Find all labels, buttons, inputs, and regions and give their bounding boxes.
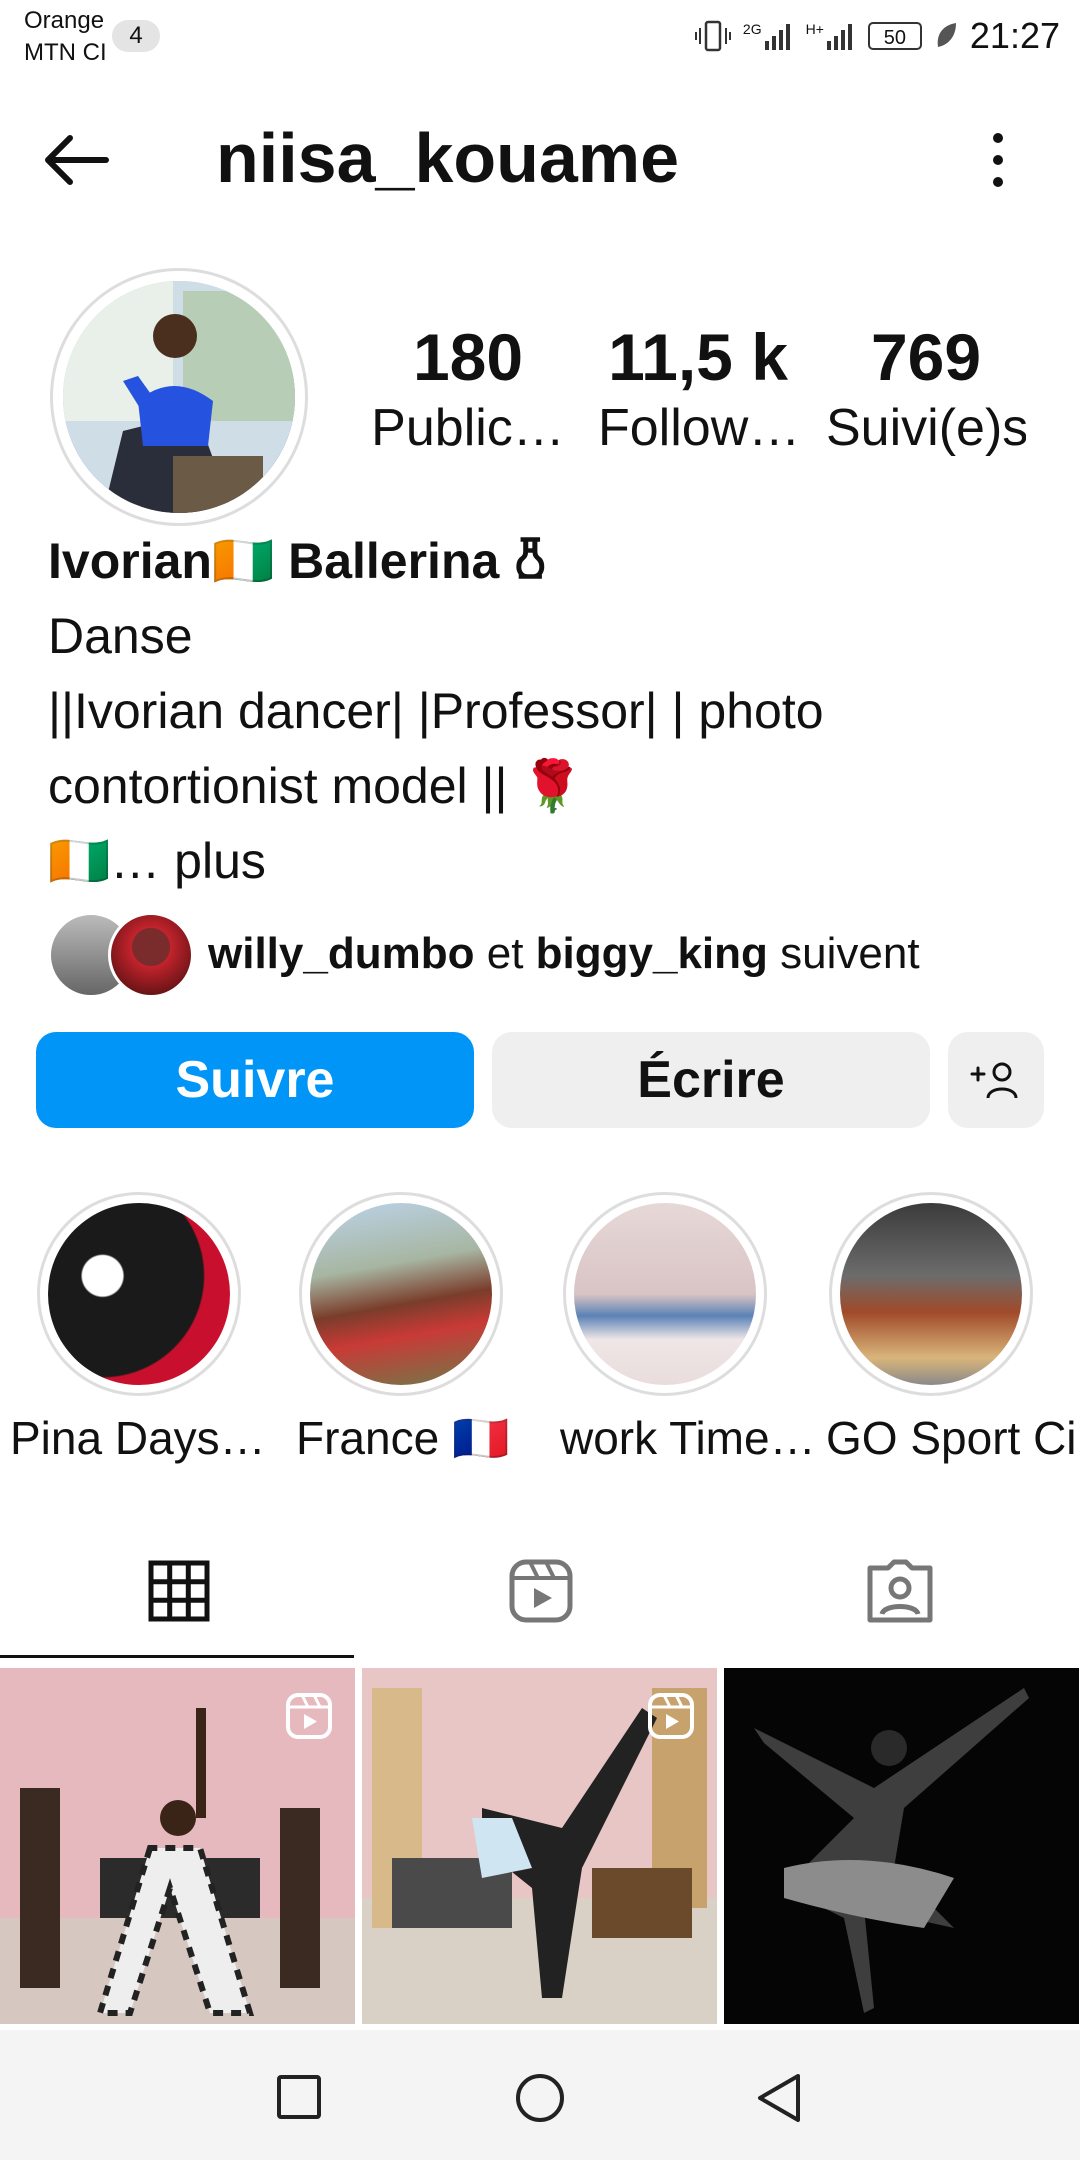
content-tabs xyxy=(0,1540,1080,1660)
highlight-ring xyxy=(829,1192,1033,1396)
add-user-icon xyxy=(970,1062,1018,1099)
following-count: 769 xyxy=(870,320,982,394)
notification-badge: 4 xyxy=(112,20,160,52)
status-bar: Orange MTN CI 4 2G H+ 50 21:27 xyxy=(0,0,1080,72)
reels-icon xyxy=(509,1559,573,1623)
arrow-left-icon xyxy=(45,135,109,185)
follow-button[interactable]: Suivre xyxy=(36,1032,474,1128)
home-icon[interactable] xyxy=(514,2072,566,2124)
mutual-followers-text[interactable]: willy_dumbo et biggy_king suivent xyxy=(208,926,920,982)
clock: 21:27 xyxy=(969,15,1060,56)
bio-line: contortionist model || 🌹 xyxy=(48,758,584,814)
system-nav-bar xyxy=(0,2030,1080,2160)
more-vertical-icon xyxy=(993,133,1003,187)
mutual-user: biggy_king xyxy=(535,929,768,978)
highlight-ring xyxy=(37,1192,241,1396)
recent-apps-icon[interactable] xyxy=(276,2074,322,2120)
highlight-cover xyxy=(574,1203,756,1385)
highlight-label: GO Sport Ci xyxy=(826,1412,1077,1464)
back-button[interactable] xyxy=(40,130,130,190)
carrier-name: Orange xyxy=(24,7,105,34)
highlight-cover xyxy=(840,1203,1022,1385)
posts-stat[interactable]: 180 Public… xyxy=(368,318,568,460)
battery-icon: 50 xyxy=(867,22,922,50)
followers-stat[interactable]: 11,5 k Follow… xyxy=(598,318,798,460)
mutual-suffix: suivent xyxy=(780,929,920,978)
highlight-label: work Time… xyxy=(560,1412,816,1464)
back-icon[interactable] xyxy=(754,2072,804,2124)
post-thumbnail[interactable] xyxy=(0,1668,355,2024)
bio-more-link[interactable]: 🇨🇮… plus xyxy=(48,824,1048,899)
tab-reels[interactable] xyxy=(360,1540,720,1660)
tab-posts-grid[interactable] xyxy=(0,1540,360,1660)
vibrate-icon xyxy=(694,20,731,52)
active-tab-indicator xyxy=(0,1655,354,1658)
followers-label: Follow… xyxy=(598,399,798,457)
followers-count: 11,5 k xyxy=(608,320,788,394)
posts-count: 180 xyxy=(412,320,524,394)
bio-line: ||Ivorian dancer| |Professor| | photo xyxy=(48,683,824,739)
tab-tagged[interactable] xyxy=(720,1540,1080,1660)
more-options-button[interactable] xyxy=(978,128,1018,192)
highlight-item[interactable]: France 🇫🇷 xyxy=(296,1192,510,1466)
posts-label: Public… xyxy=(371,399,565,457)
highlight-item[interactable]: GO Sport Ci xyxy=(826,1192,1077,1466)
suggest-users-button[interactable] xyxy=(948,1032,1044,1128)
mutual-user: willy_dumbo xyxy=(208,929,475,978)
profile-header: niisa_kouame xyxy=(0,100,1080,220)
grid-icon xyxy=(148,1560,210,1622)
carrier-name-2: MTN CI xyxy=(24,39,107,66)
post-image xyxy=(724,1668,1079,2024)
avatar[interactable] xyxy=(63,281,295,513)
tagged-icon xyxy=(867,1559,933,1623)
highlight-label: France 🇫🇷 xyxy=(296,1412,510,1464)
post-thumbnail[interactable] xyxy=(362,1668,717,2024)
reel-badge-icon xyxy=(286,1693,332,1739)
highlight-label: Pina Days… xyxy=(10,1412,266,1464)
avatar-image xyxy=(63,281,295,513)
signal-icon: 2G xyxy=(743,21,794,51)
mutual-avatar[interactable] xyxy=(108,912,194,998)
post-thumbnail[interactable] xyxy=(724,1668,1079,2024)
highlight-item[interactable]: Pina Days… xyxy=(10,1192,266,1466)
profile-bio: Ivorian🇨🇮 Ballerina 𐃰 Danse ||Ivorian da… xyxy=(48,524,1048,899)
mutual-connector: et xyxy=(486,929,524,978)
highlight-ring xyxy=(299,1192,503,1396)
signal-icon-2: H+ xyxy=(806,21,856,51)
status-icons: 2G H+ 50 21:27 xyxy=(694,14,1060,58)
display-name: Ivorian🇨🇮 Ballerina 𐃰 xyxy=(48,533,548,589)
message-button[interactable]: Écrire xyxy=(492,1032,930,1128)
category-label: Danse xyxy=(48,608,193,664)
highlight-cover xyxy=(310,1203,492,1385)
following-stat[interactable]: 769 Suivi(e)s xyxy=(826,318,1026,460)
highlight-item[interactable]: work Time… xyxy=(560,1192,816,1466)
following-label: Suivi(e)s xyxy=(826,399,1026,457)
leaf-icon xyxy=(937,23,956,47)
highlight-cover xyxy=(48,1203,230,1385)
page-title: niisa_kouame xyxy=(216,119,679,197)
highlight-ring xyxy=(563,1192,767,1396)
reel-badge-icon xyxy=(648,1693,694,1739)
